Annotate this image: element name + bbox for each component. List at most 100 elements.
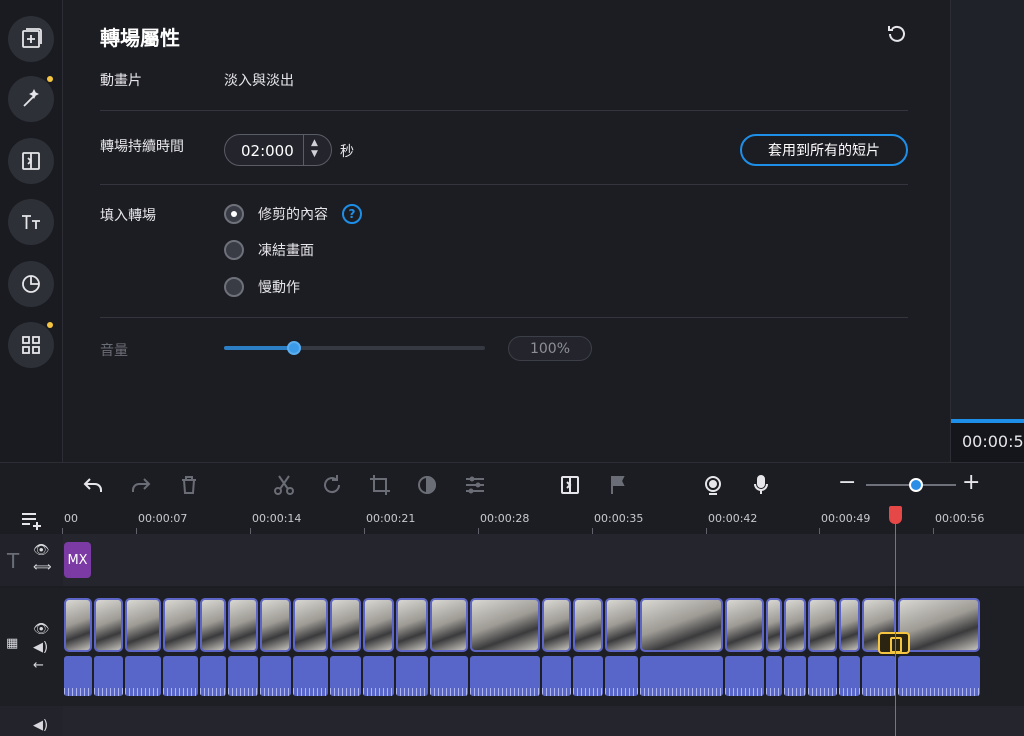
video-clip[interactable] — [396, 598, 428, 652]
video-clip[interactable] — [766, 598, 782, 652]
audio-waveform[interactable] — [163, 656, 198, 696]
timeline-ruler[interactable]: 00 00:00:07 00:00:14 00:00:21 00:00:28 00:00:… — [0, 506, 1024, 534]
video-clip[interactable] — [839, 598, 860, 652]
video-clip[interactable] — [125, 598, 161, 652]
video-clip[interactable] — [640, 598, 723, 652]
video-clip[interactable] — [898, 598, 980, 652]
speaker-icon[interactable]: ◀) — [33, 640, 48, 655]
arrow-left-icon[interactable]: ← — [33, 658, 44, 673]
audio-waveform[interactable] — [725, 656, 764, 696]
audio-track-lane[interactable] — [63, 706, 1024, 736]
audio-waveform[interactable] — [605, 656, 638, 696]
volume-value-field[interactable]: 100% — [508, 336, 592, 361]
cut-icon[interactable] — [272, 473, 296, 497]
playhead[interactable] — [895, 506, 896, 736]
title-track-lane[interactable] — [63, 534, 1024, 586]
audio-waveform[interactable] — [228, 656, 258, 696]
fill-option-freeze[interactable]: 凍結畫面 — [224, 240, 314, 260]
rotate-icon[interactable] — [320, 473, 344, 497]
video-clip[interactable] — [605, 598, 638, 652]
audio-waveform[interactable] — [862, 656, 896, 696]
video-clip[interactable] — [228, 598, 258, 652]
add-media-icon[interactable] — [8, 16, 54, 62]
speaker-icon[interactable]: ◀) — [33, 718, 48, 733]
video-clip[interactable] — [430, 598, 468, 652]
video-clip[interactable] — [94, 598, 123, 652]
fill-option-slow-motion[interactable]: 慢動作 — [224, 277, 300, 297]
audio-waveform[interactable] — [125, 656, 161, 696]
video-clip[interactable] — [64, 598, 92, 652]
more-tools-icon[interactable] — [8, 322, 54, 368]
audio-waveform[interactable] — [470, 656, 540, 696]
undo-icon[interactable] — [81, 473, 105, 497]
fill-option-trimmed[interactable]: 修剪的內容 ? — [224, 204, 362, 224]
redo-icon[interactable] — [129, 473, 153, 497]
reset-icon[interactable] — [885, 22, 909, 46]
color-adjust-icon[interactable] — [415, 473, 439, 497]
clip-properties-icon[interactable] — [463, 473, 487, 497]
video-clip[interactable] — [542, 598, 571, 652]
video-clip[interactable] — [808, 598, 837, 652]
audio-waveform[interactable] — [573, 656, 603, 696]
duration-stepper[interactable]: 02:000 ▲ ▼ — [224, 134, 332, 166]
volume-slider[interactable] — [224, 346, 485, 350]
audio-waveform[interactable] — [94, 656, 123, 696]
audio-waveform[interactable] — [64, 656, 92, 696]
audio-waveform[interactable] — [839, 656, 860, 696]
radio-icon[interactable] — [224, 277, 244, 297]
microphone-icon[interactable] — [749, 473, 773, 497]
audio-waveform[interactable] — [330, 656, 361, 696]
radio-selected-icon[interactable] — [224, 204, 244, 224]
video-clip[interactable] — [470, 598, 540, 652]
audio-waveform[interactable] — [542, 656, 571, 696]
audio-waveform[interactable] — [430, 656, 468, 696]
link-icon[interactable]: ⟺ — [33, 560, 52, 575]
video-clip[interactable] — [363, 598, 394, 652]
apply-to-all-button[interactable]: 套用到所有的短片 — [740, 134, 908, 166]
transitions-icon[interactable] — [8, 138, 54, 184]
playhead-handle[interactable] — [889, 506, 902, 524]
fill-transition-label: 填入轉場 — [100, 208, 156, 224]
webcam-icon[interactable] — [701, 473, 725, 497]
video-clip[interactable] — [725, 598, 764, 652]
radio-icon[interactable] — [224, 240, 244, 260]
video-clip[interactable] — [330, 598, 361, 652]
duration-value[interactable]: 02:000 — [241, 142, 294, 160]
stickers-icon[interactable] — [8, 261, 54, 307]
title-clip[interactable]: MX — [64, 542, 91, 578]
audio-waveform[interactable] — [396, 656, 428, 696]
preview-progress-bar[interactable] — [951, 419, 1024, 423]
transition-wizard-icon[interactable] — [558, 473, 582, 497]
video-clip[interactable] — [163, 598, 198, 652]
eye-icon[interactable]: 👁 — [33, 543, 50, 558]
magic-wand-icon[interactable] — [8, 76, 54, 122]
audio-waveform[interactable] — [293, 656, 328, 696]
delete-icon[interactable] — [177, 473, 201, 497]
add-track-icon[interactable] — [20, 508, 44, 536]
audio-waveform[interactable] — [640, 656, 723, 696]
audio-waveform[interactable] — [808, 656, 837, 696]
video-clip[interactable] — [200, 598, 226, 652]
zoom-out-button[interactable]: − — [838, 470, 862, 495]
eye-icon[interactable]: 👁 — [33, 622, 50, 637]
video-clip[interactable] — [293, 598, 328, 652]
audio-waveform[interactable] — [766, 656, 782, 696]
crop-icon[interactable] — [368, 473, 392, 497]
zoom-in-button[interactable]: + — [962, 470, 986, 495]
audio-waveform[interactable] — [260, 656, 291, 696]
help-icon[interactable]: ? — [342, 204, 362, 224]
zoom-slider-handle[interactable] — [909, 478, 923, 492]
stepper-arrows-icon[interactable]: ▲ ▼ — [311, 138, 318, 160]
titles-icon[interactable] — [8, 199, 54, 245]
audio-waveform[interactable] — [898, 656, 980, 696]
video-clip[interactable] — [573, 598, 603, 652]
volume-slider-handle[interactable] — [287, 341, 302, 355]
video-clip[interactable] — [784, 598, 806, 652]
animation-value[interactable]: 淡入與淡出 — [224, 70, 294, 90]
marker-flag-icon[interactable] — [606, 473, 630, 497]
transition-marker-icon[interactable] — [878, 632, 910, 654]
audio-waveform[interactable] — [784, 656, 806, 696]
audio-waveform[interactable] — [363, 656, 394, 696]
audio-waveform[interactable] — [200, 656, 226, 696]
video-clip[interactable] — [260, 598, 291, 652]
